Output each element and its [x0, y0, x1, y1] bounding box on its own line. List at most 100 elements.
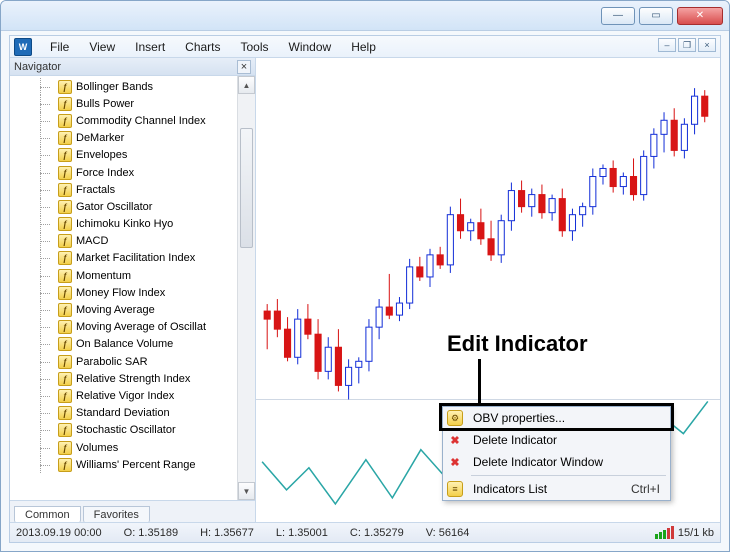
tree-branch-icon — [34, 147, 58, 164]
tree-branch-icon — [34, 439, 58, 456]
tree-item-label: Ichimoku Kinko Hyo — [76, 218, 173, 230]
tree-item[interactable]: fVolumes — [34, 439, 237, 456]
tree-item-label: Bulls Power — [76, 98, 134, 110]
indicator-icon: f — [58, 114, 72, 128]
tree-item[interactable]: fDeMarker — [34, 130, 237, 147]
menuitem-delete-indicator-window[interactable]: ✖ Delete Indicator Window — [443, 451, 670, 473]
mdi-minimize-button[interactable]: – — [658, 38, 676, 52]
scroll-up-button[interactable]: ▲ — [238, 76, 255, 94]
tree-branch-icon — [34, 284, 58, 301]
tree-item[interactable]: fForce Index — [34, 164, 237, 181]
tree-branch-icon — [34, 78, 58, 95]
menuitem-obv-properties[interactable]: ⚙ OBV properties... — [443, 407, 670, 429]
tree-item[interactable]: f Envelopes — [34, 147, 237, 164]
tree-item-label: Parabolic SAR — [76, 356, 148, 368]
menuitem-indicators-list[interactable]: ≡ Indicators List Ctrl+I — [443, 478, 670, 500]
navigator-header[interactable]: Navigator × — [10, 58, 255, 76]
mdi-restore-button[interactable]: ❐ — [678, 38, 696, 52]
window-minimize-button[interactable]: — — [601, 7, 635, 25]
tree-item[interactable]: fParabolic SAR — [34, 353, 237, 370]
tree-item-label: MACD — [76, 235, 108, 247]
navigator-close-button[interactable]: × — [237, 60, 251, 74]
tab-common[interactable]: Common — [14, 506, 81, 523]
scroll-track[interactable] — [238, 94, 255, 482]
tree-item[interactable]: fIchimoku Kinko Hyo — [34, 216, 237, 233]
tree-item-label: Momentum — [76, 270, 131, 282]
tree-item-label: Bollinger Bands — [76, 81, 153, 93]
mdi-close-button[interactable]: × — [698, 38, 716, 52]
tree-item-label: Money Flow Index — [76, 287, 165, 299]
tree-item-label: Market Facilitation Index — [76, 252, 195, 264]
indicator-icon: f — [58, 372, 72, 386]
tree-item[interactable]: fWilliams' Percent Range — [34, 456, 237, 473]
indicator-icon: f — [58, 269, 72, 283]
statusbar: 2013.09.19 00:00 O: 1.35189 H: 1.35677 L… — [10, 522, 720, 542]
navigator-tree[interactable]: fBollinger BandsfBulls PowerfCommodity C… — [10, 76, 237, 500]
tree-branch-icon — [34, 456, 58, 473]
application-window: — ▭ ✕ W File View Insert Charts Tools Wi… — [0, 0, 730, 552]
window-titlebar[interactable]: — ▭ ✕ — [1, 1, 729, 31]
tree-item-label: Fractals — [76, 184, 115, 196]
tree-item[interactable]: fOn Balance Volume — [34, 336, 237, 353]
status-high: H: 1.35677 — [200, 527, 254, 539]
tree-item[interactable]: fMoving Average of Oscillat — [34, 319, 237, 336]
scroll-down-button[interactable]: ▼ — [238, 482, 255, 500]
window-close-button[interactable]: ✕ — [677, 7, 723, 25]
menu-view[interactable]: View — [81, 38, 123, 56]
scroll-thumb[interactable] — [240, 128, 253, 248]
tree-item[interactable]: f Commodity Channel Index — [34, 112, 237, 129]
tree-item[interactable]: f Money Flow Index — [34, 284, 237, 301]
context-menu-separator — [471, 475, 666, 476]
status-volume: V: 56164 — [426, 527, 470, 539]
tab-favorites[interactable]: Favorites — [83, 506, 150, 523]
indicator-icon: f — [58, 303, 72, 317]
tree-item-label: Stochastic Oscillator — [76, 424, 176, 436]
tree-branch-icon — [34, 216, 58, 233]
tree-item[interactable]: f Stochastic Oscillator — [34, 422, 237, 439]
navigator-scrollbar[interactable]: ▲ ▼ — [237, 76, 255, 500]
tree-item-label: Envelopes — [76, 149, 127, 161]
tree-branch-icon — [34, 95, 58, 112]
status-low: L: 1.35001 — [276, 527, 328, 539]
tree-item[interactable]: fBollinger Bands — [34, 78, 237, 95]
app-icon: W — [14, 38, 32, 56]
tree-item[interactable]: f Momentum — [34, 267, 237, 284]
menu-tools[interactable]: Tools — [233, 38, 277, 56]
properties-icon: ⚙ — [447, 410, 463, 426]
tree-item[interactable]: f Market Facilitation Index — [34, 250, 237, 267]
indicator-icon: f — [58, 148, 72, 162]
navigator-panel: Navigator × fBollinger BandsfBulls Power… — [10, 58, 256, 522]
tree-item-label: DeMarker — [76, 132, 124, 144]
navigator-tabs: Common Favorites — [10, 500, 255, 522]
window-maximize-button[interactable]: ▭ — [639, 7, 673, 25]
tree-item-label: Commodity Channel Index — [76, 115, 206, 127]
menu-help[interactable]: Help — [343, 38, 384, 56]
connection-bars-icon — [655, 526, 674, 539]
indicator-icon: f — [58, 286, 72, 300]
tree-item[interactable]: fBulls Power — [34, 95, 237, 112]
menu-file[interactable]: File — [42, 38, 77, 56]
mdi-window-buttons: – ❐ × — [658, 38, 716, 52]
menuitem-delete-indicator[interactable]: ✖ Delete Indicator — [443, 429, 670, 451]
annotation-pointer-line — [478, 359, 481, 405]
menu-window[interactable]: Window — [281, 38, 340, 56]
menu-insert[interactable]: Insert — [127, 38, 173, 56]
tree-branch-icon — [34, 405, 58, 422]
tree-item[interactable]: fRelative Strength Index — [34, 370, 237, 387]
menu-charts[interactable]: Charts — [177, 38, 228, 56]
tree-branch-icon — [34, 164, 58, 181]
indicator-icon: f — [58, 441, 72, 455]
tree-item-label: Standard Deviation — [76, 407, 170, 419]
tree-item[interactable]: fGator Oscillator — [34, 198, 237, 215]
tree-item[interactable]: fMoving Average — [34, 301, 237, 318]
tree-item-label: Relative Vigor Index — [76, 390, 174, 402]
tree-item[interactable]: fRelative Vigor Index — [34, 387, 237, 404]
tree-branch-icon — [34, 130, 58, 147]
indicator-icon: f — [58, 251, 72, 265]
indicator-icon: f — [58, 423, 72, 437]
tree-branch-icon — [34, 336, 58, 353]
tree-item[interactable]: fStandard Deviation — [34, 405, 237, 422]
tree-item[interactable]: fMACD — [34, 233, 237, 250]
tree-item[interactable]: fFractals — [34, 181, 237, 198]
tree-branch-icon — [34, 301, 58, 318]
